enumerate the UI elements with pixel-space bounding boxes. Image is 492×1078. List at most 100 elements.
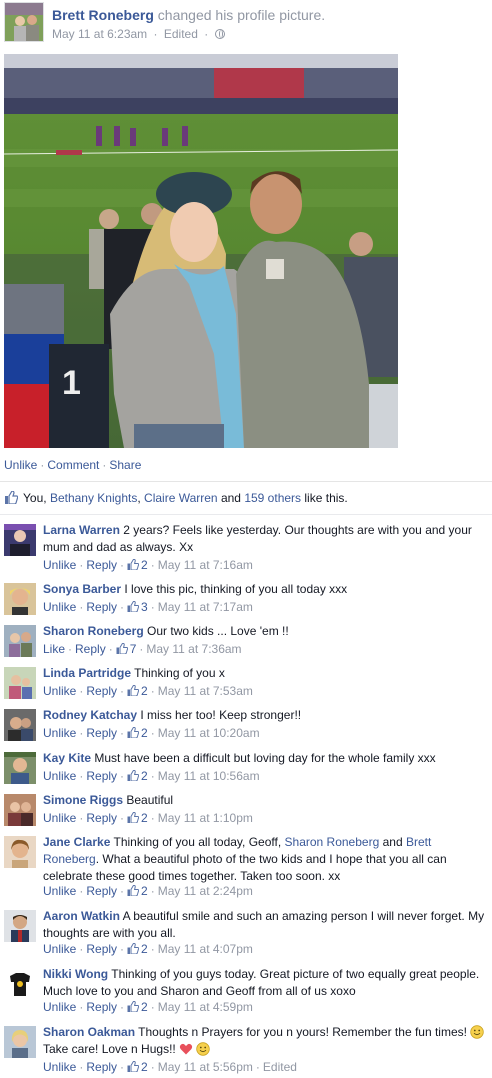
comment-reply-link[interactable]: Reply: [86, 769, 117, 783]
commenter-avatar[interactable]: [4, 709, 36, 741]
comment-like-count[interactable]: 2: [141, 1060, 148, 1074]
comment-timestamp[interactable]: May 11 at 10:20am: [158, 726, 260, 740]
comment-like-toggle[interactable]: Unlike: [43, 1060, 76, 1074]
commenter-avatar[interactable]: [4, 625, 36, 657]
comment-meta: Unlike · Reply · 2 · May 11 at 5:56pm · Edited: [43, 1060, 297, 1074]
post-edited-label[interactable]: Edited: [164, 27, 198, 41]
comment-like-toggle[interactable]: Unlike: [43, 884, 76, 898]
comment-like-count[interactable]: 3: [141, 600, 148, 614]
commenter-avatar[interactable]: [4, 910, 36, 942]
comment-text: Must have been a difficult but loving da…: [94, 751, 436, 765]
profile-photo[interactable]: 1: [4, 54, 398, 448]
comment-like-toggle[interactable]: Unlike: [43, 1000, 76, 1014]
comment-like-toggle[interactable]: Unlike: [43, 769, 76, 783]
post-title-line: Brett Roneberg changed his profile pictu…: [52, 6, 325, 24]
commenter-avatar[interactable]: [4, 752, 36, 784]
commenter-avatar[interactable]: [4, 836, 36, 868]
comment-reply-link[interactable]: Reply: [86, 884, 117, 898]
comment-like-count[interactable]: 2: [141, 558, 148, 572]
comment-body: Jane Clarke Thinking of you all today, G…: [43, 834, 485, 885]
commenter-avatar[interactable]: [4, 667, 36, 699]
likers-others-link[interactable]: 159 others: [244, 491, 301, 505]
comment-like-count[interactable]: 2: [141, 769, 148, 783]
comment-like-count[interactable]: 2: [141, 726, 148, 740]
thumbs-up-icon: [127, 685, 140, 696]
thumbs-up-icon: [127, 1061, 140, 1072]
comment-author-link[interactable]: Sharon Oakman: [43, 1025, 135, 1039]
comment-reply-link[interactable]: Reply: [86, 811, 117, 825]
share-post-link[interactable]: Share: [109, 458, 141, 472]
thumbs-up-icon: [127, 727, 140, 738]
comment-timestamp[interactable]: May 11 at 1:10pm: [158, 811, 253, 825]
comment-body: Sonya Barber I love this pic, thinking o…: [43, 581, 485, 598]
comment-timestamp[interactable]: May 11 at 4:59pm: [158, 1000, 253, 1014]
commenter-avatar[interactable]: [4, 1026, 36, 1058]
thumbs-up-icon: [127, 943, 140, 954]
comment-meta: Unlike · Reply · 2 · May 11 at 4:07pm: [43, 942, 253, 956]
comment-timestamp[interactable]: May 11 at 7:17am: [158, 600, 253, 614]
commenter-avatar[interactable]: [4, 524, 36, 556]
thumbs-up-icon: [127, 885, 140, 896]
comment-post-link[interactable]: Comment: [47, 458, 99, 472]
comment-author-link[interactable]: Simone Riggs: [43, 793, 123, 807]
comment-reply-link[interactable]: Reply: [75, 642, 106, 656]
comment-author-link[interactable]: Kay Kite: [43, 751, 91, 765]
comment-author-link[interactable]: Jane Clarke: [43, 835, 110, 849]
comment-like-toggle[interactable]: Unlike: [43, 600, 76, 614]
globe-icon[interactable]: [214, 29, 225, 39]
comment-like-toggle[interactable]: Unlike: [43, 684, 76, 698]
post-meta: May 11 at 6:23am · Edited ·: [52, 27, 225, 42]
comment-reply-link[interactable]: Reply: [86, 1060, 117, 1074]
comment-like-count[interactable]: 2: [141, 684, 148, 698]
comment-reply-link[interactable]: Reply: [86, 684, 117, 698]
comment-like-toggle[interactable]: Unlike: [43, 558, 76, 572]
comment-timestamp[interactable]: May 11 at 7:53am: [158, 684, 253, 698]
comment-reply-link[interactable]: Reply: [86, 1000, 117, 1014]
unlike-post-link[interactable]: Unlike: [4, 458, 37, 472]
comment-timestamp[interactable]: May 11 at 7:36am: [146, 642, 241, 656]
comment-like-count[interactable]: 7: [130, 642, 137, 656]
comment-like-count[interactable]: 2: [141, 942, 148, 956]
comment-meta: Unlike · Reply · 2 · May 11 at 10:20am: [43, 726, 260, 740]
comment-like-count[interactable]: 2: [141, 1000, 148, 1014]
comment-author-link[interactable]: Larna Warren: [43, 523, 120, 537]
comment-meta: Unlike · Reply · 2 · May 11 at 7:53am: [43, 684, 253, 698]
comment-timestamp[interactable]: May 11 at 10:56am: [158, 769, 260, 783]
comment-author-link[interactable]: Sonya Barber: [43, 582, 121, 596]
comment-like-toggle[interactable]: Like: [43, 642, 65, 656]
comment-reply-link[interactable]: Reply: [86, 942, 117, 956]
comment-author-link[interactable]: Linda Partridge: [43, 666, 131, 680]
comment-author-link[interactable]: Sharon Roneberg: [43, 624, 144, 638]
thumbs-up-icon: [127, 559, 140, 570]
comment-timestamp[interactable]: May 11 at 5:56pm: [158, 1060, 253, 1074]
mentioned-user-link[interactable]: Sharon Roneberg: [285, 835, 380, 849]
post-actions: Unlike · Comment · Share: [4, 458, 142, 472]
liker-link-2[interactable]: Claire Warren: [144, 491, 218, 505]
comment-author-link[interactable]: Rodney Katchay: [43, 708, 137, 722]
comment-like-count[interactable]: 2: [141, 811, 148, 825]
comment-author-link[interactable]: Nikki Wong: [43, 967, 108, 981]
comment-timestamp[interactable]: May 11 at 2:24pm: [158, 884, 253, 898]
post-timestamp[interactable]: May 11 at 6:23am: [52, 27, 147, 41]
comment-edited-label[interactable]: Edited: [263, 1060, 297, 1074]
liker-link-1[interactable]: Bethany Knights: [50, 491, 137, 505]
comment-text: I love this pic, thinking of you all tod…: [124, 582, 348, 596]
comment-like-toggle[interactable]: Unlike: [43, 726, 76, 740]
comment-timestamp[interactable]: May 11 at 4:07pm: [158, 942, 253, 956]
commenter-avatar[interactable]: [4, 794, 36, 826]
comment-like-toggle[interactable]: Unlike: [43, 942, 76, 956]
comment-like-count[interactable]: 2: [141, 884, 148, 898]
comment-reply-link[interactable]: Reply: [86, 558, 117, 572]
commenter-avatar[interactable]: [4, 583, 36, 615]
comment-like-toggle[interactable]: Unlike: [43, 811, 76, 825]
author-avatar[interactable]: [4, 2, 44, 42]
commenter-avatar[interactable]: [4, 968, 36, 1000]
comment-meta: Unlike · Reply · 2 · May 11 at 4:59pm: [43, 1000, 253, 1014]
divider: [0, 514, 492, 515]
post-author-link[interactable]: Brett Roneberg: [52, 7, 154, 23]
comment-reply-link[interactable]: Reply: [86, 726, 117, 740]
comment-timestamp[interactable]: May 11 at 7:16am: [158, 558, 253, 572]
comment-reply-link[interactable]: Reply: [86, 600, 117, 614]
smile-emoji-icon: [470, 1025, 485, 1039]
comment-author-link[interactable]: Aaron Watkin: [43, 909, 120, 923]
